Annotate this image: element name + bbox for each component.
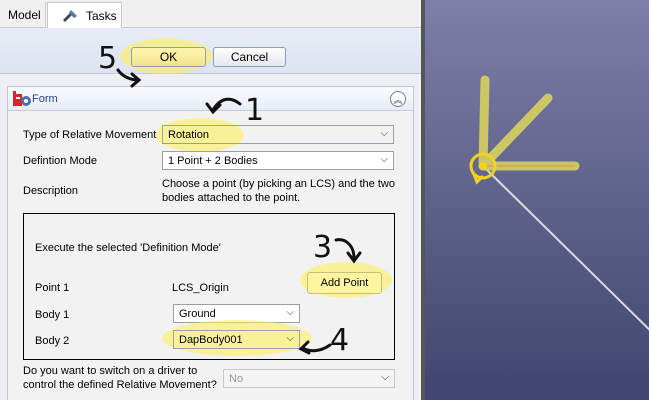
tab-bar: Model Tasks [0,0,421,28]
3d-viewport[interactable] [421,0,649,400]
point1-value: LCS_Origin [172,282,229,294]
chevron-down-icon: ⌵ [286,333,294,344]
driver-select[interactable]: No ⌵ [223,369,395,388]
body2-select-value: DapBody001 [179,333,243,346]
task-panel: OK Cancel Form ︽ Type of Relative Moveme… [0,28,421,400]
add-point-button[interactable]: Add Point [307,272,382,294]
description-label: Description [23,185,79,197]
execute-text: Execute the selected 'Definition Mode' [35,242,221,254]
annotation-1: 1 [245,93,265,128]
chevron-down-icon: ⌵ [380,128,388,139]
body2-label: Body 2 [35,335,70,347]
mode-label: Defintion Mode [23,155,97,167]
chevron-down-icon: ⌵ [381,372,389,383]
form-header[interactable]: Form ︽ [8,87,413,111]
description-line-1: Choose a point (by picking an LCS) and t… [162,178,395,190]
type-select[interactable]: Rotation ⌵ [162,125,394,144]
form-box: Form ︽ Type of Relative Movement Rotatio… [7,86,414,400]
type-select-value: Rotation [168,128,209,141]
dialog-button-bar: OK Cancel [0,28,421,74]
body1-label: Body 1 [35,309,70,321]
form-title: Form [32,93,58,105]
tab-tasks-label: Tasks [86,8,117,23]
tasks-icon [62,9,77,22]
type-label: Type of Relative Movement [23,129,157,141]
ok-button[interactable]: OK [131,47,206,67]
mode-select-value: 1 Point + 2 Bodies [168,154,258,167]
annotation-3: 3 [313,230,333,265]
annotation-5: 5 [98,41,118,76]
body2-select[interactable]: DapBody001 ⌵ [173,330,300,349]
lcs-origin-icon [469,75,649,331]
collapse-icon[interactable]: ︽ [390,91,406,107]
freecad-form-icon [13,91,31,106]
tab-tasks[interactable]: Tasks [47,2,122,28]
tab-model-label: Model [8,8,41,22]
annotation-4: 4 [330,323,350,358]
chevron-down-icon: ⌵ [380,154,388,165]
chevron-down-icon: ⌵ [286,307,294,318]
cancel-button[interactable]: Cancel [213,47,286,67]
driver-select-value: No [229,372,244,385]
body1-select-value: Ground [179,307,216,320]
driver-question-line-1: Do you want to switch on a driver to [23,365,198,377]
description-line-2: bodies attached to the point. [162,192,301,204]
point1-label: Point 1 [35,282,70,294]
tab-model[interactable]: Model [0,2,46,28]
driver-question-line-2: control the defined Relative Movement? [23,379,217,391]
mode-select[interactable]: 1 Point + 2 Bodies ⌵ [162,151,394,170]
